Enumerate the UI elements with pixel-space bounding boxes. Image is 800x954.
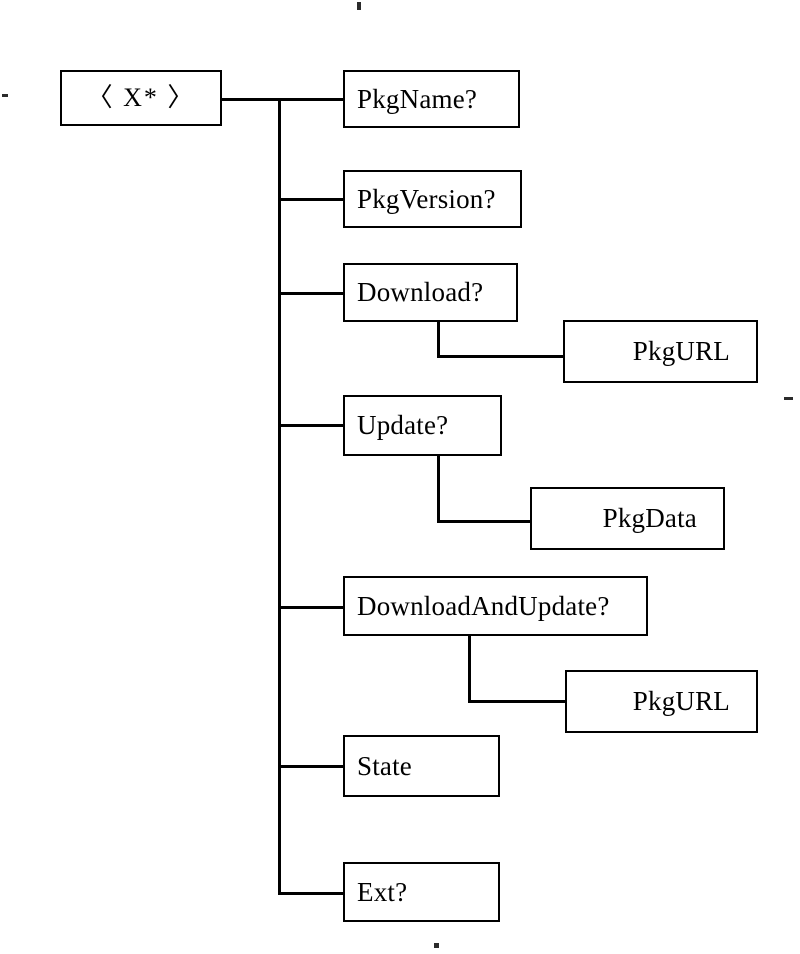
connector-update-pkgdata-horizontal (437, 520, 533, 523)
node-update-pkgdata[interactable]: PkgData (530, 487, 725, 550)
scan-artifact-bottom (434, 943, 439, 948)
scan-artifact-top (357, 2, 361, 10)
node-update-pkgdata-label: PkgData (602, 503, 697, 533)
node-root-label: 〈 X* 〉 (86, 83, 196, 112)
connector-trunk (278, 98, 281, 895)
connector-branch-downloadandupdate (278, 606, 343, 609)
connector-branch-state (278, 765, 343, 768)
connector-branch-download (278, 292, 343, 295)
node-update[interactable]: Update? (343, 395, 502, 456)
connector-download-pkgurl-horizontal (437, 355, 566, 358)
connector-branch-pkgversion (278, 198, 343, 201)
connector-downloadandupdate-pkgurl-horizontal (468, 700, 568, 703)
node-ext-label: Ext? (357, 876, 408, 907)
node-pkgname[interactable]: PkgName? (343, 70, 520, 128)
connector-branch-ext (278, 892, 343, 895)
node-downloadandupdate-pkgurl[interactable]: PkgURL (565, 670, 758, 733)
node-downloadandupdate-pkgurl-label: PkgURL (632, 686, 730, 716)
node-downloadandupdate[interactable]: DownloadAndUpdate? (343, 576, 648, 636)
node-pkgname-label: PkgName? (357, 83, 478, 114)
node-ext[interactable]: Ext? (343, 862, 500, 922)
node-state-label: State (357, 750, 412, 781)
node-download-pkgurl-label: PkgURL (632, 336, 730, 366)
node-update-label: Update? (357, 410, 449, 440)
connector-branch-pkgname (278, 98, 343, 101)
node-pkgversion[interactable]: PkgVersion? (343, 170, 522, 228)
node-downloadandupdate-label: DownloadAndUpdate? (357, 590, 610, 621)
node-state[interactable]: State (343, 735, 500, 797)
node-pkgversion-label: PkgVersion? (357, 183, 496, 214)
node-download-pkgurl[interactable]: PkgURL (563, 320, 758, 383)
connector-download-pkgurl-vertical (437, 321, 440, 358)
node-download[interactable]: Download? (343, 263, 518, 322)
connector-update-pkgdata-vertical (437, 455, 440, 523)
connector-downloadandupdate-pkgurl-vertical (468, 635, 471, 703)
diagram-canvas: 〈 X* 〉 PkgName? PkgVersion? Download? Pk… (0, 0, 800, 954)
scan-artifact-left (2, 94, 8, 97)
node-root[interactable]: 〈 X* 〉 (60, 70, 222, 126)
connector-branch-update (278, 424, 343, 427)
node-download-label: Download? (357, 277, 484, 307)
scan-artifact-right (784, 397, 793, 400)
